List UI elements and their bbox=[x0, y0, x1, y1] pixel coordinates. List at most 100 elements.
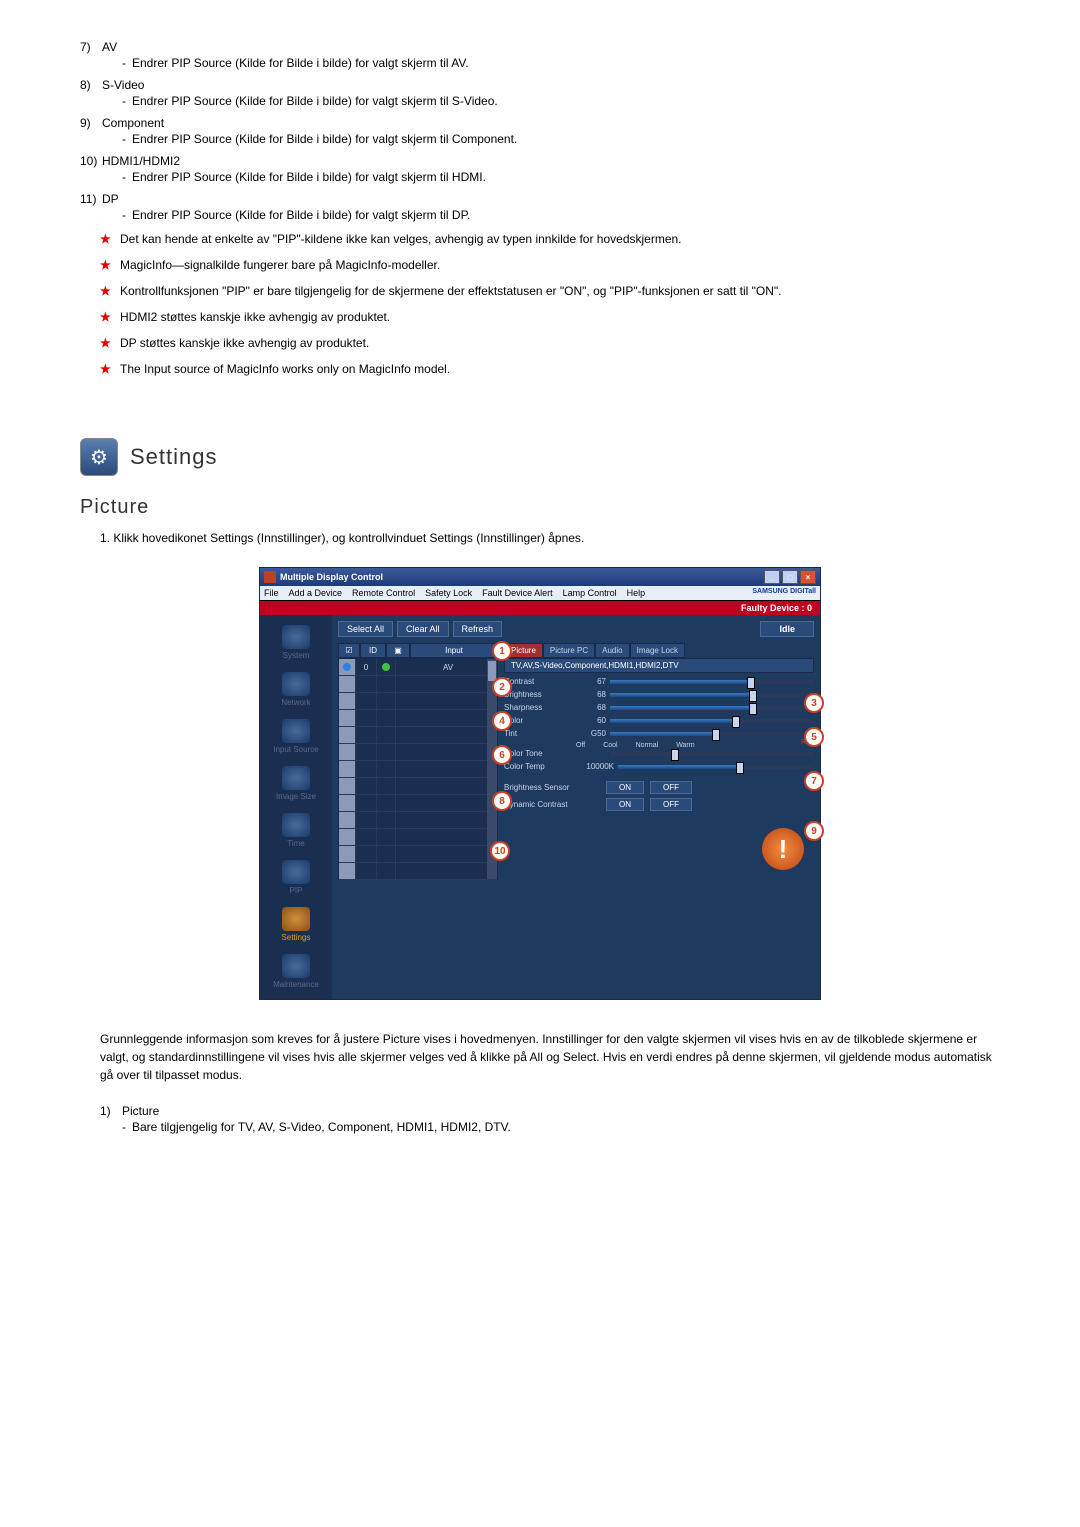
item-label: AV bbox=[102, 40, 1000, 54]
info-icon: ! bbox=[762, 828, 804, 870]
brightness-sensor-off-button[interactable]: OFF bbox=[650, 781, 692, 794]
table-row[interactable] bbox=[339, 812, 497, 829]
settings-icon bbox=[282, 907, 310, 931]
table-row[interactable] bbox=[339, 710, 497, 727]
table-row[interactable] bbox=[339, 846, 497, 863]
callout-7: 7 bbox=[804, 771, 824, 791]
close-button[interactable]: × bbox=[800, 570, 816, 584]
tab-sources-label: TV,AV,S-Video,Component,HDMI1,HDMI2,DTV bbox=[504, 658, 814, 673]
mdc-window: Multiple Display Control _ □ × File Add … bbox=[259, 567, 821, 1000]
callout-3: 3 bbox=[804, 693, 824, 713]
menu-file[interactable]: File bbox=[264, 588, 279, 598]
star-icon: ★ bbox=[100, 334, 120, 352]
col-input: Input bbox=[410, 643, 498, 658]
star-notes: ★Det kan hende at enkelte av "PIP"-kilde… bbox=[80, 230, 1000, 378]
table-row[interactable] bbox=[339, 778, 497, 795]
sidebar: System Network Input Source Image Size T… bbox=[260, 615, 332, 999]
subsection-title: Picture bbox=[80, 496, 1000, 519]
image-size-icon bbox=[282, 766, 310, 790]
tab-picture-pc[interactable]: Picture PC bbox=[543, 643, 595, 658]
callout-6: 6 bbox=[492, 745, 512, 765]
menu-fault-alert[interactable]: Fault Device Alert bbox=[482, 588, 553, 598]
menu-lamp-control[interactable]: Lamp Control bbox=[563, 588, 617, 598]
network-icon bbox=[282, 672, 310, 696]
table-row[interactable] bbox=[339, 693, 497, 710]
sidebar-item-pip[interactable]: PIP bbox=[268, 856, 324, 899]
brand-label: SAMSUNG DIGITall bbox=[752, 588, 816, 598]
contrast-slider[interactable]: Contrast 67 bbox=[504, 677, 814, 686]
settings-panel: Picture Picture PC Audio Image Lock TV,A… bbox=[504, 643, 814, 880]
maintenance-icon bbox=[282, 954, 310, 978]
dynamic-contrast-on-button[interactable]: ON bbox=[606, 798, 644, 811]
color-tone-slider[interactable]: Color Tone bbox=[504, 749, 814, 758]
callout-2: 2 bbox=[492, 677, 512, 697]
menu-help[interactable]: Help bbox=[627, 588, 646, 598]
tab-audio[interactable]: Audio bbox=[595, 643, 629, 658]
refresh-button[interactable]: Refresh bbox=[453, 621, 503, 637]
star-icon: ★ bbox=[100, 308, 120, 326]
callout-4: 4 bbox=[492, 711, 512, 731]
col-id: ID bbox=[360, 643, 386, 658]
color-temp-slider[interactable]: Color Temp 10000K bbox=[504, 762, 814, 771]
tab-image-lock[interactable]: Image Lock bbox=[630, 643, 685, 658]
star-icon: ★ bbox=[100, 282, 120, 300]
callout-5: 5 bbox=[804, 727, 824, 747]
menu-remote-control[interactable]: Remote Control bbox=[352, 588, 415, 598]
minimize-button[interactable]: _ bbox=[764, 570, 780, 584]
callout-8: 8 bbox=[492, 791, 512, 811]
item-picture: Picture bbox=[122, 1104, 1000, 1118]
table-row[interactable] bbox=[339, 863, 497, 880]
app-icon bbox=[264, 571, 276, 583]
table-row[interactable] bbox=[339, 795, 497, 812]
table-row[interactable] bbox=[339, 761, 497, 778]
dynamic-contrast-row: Dynamic Contrast ON OFF bbox=[504, 798, 814, 811]
sidebar-item-maintenance[interactable]: Maintenance bbox=[268, 950, 324, 993]
sidebar-item-system[interactable]: System bbox=[268, 621, 324, 664]
main-area: Select All Clear All Refresh Idle ☑ ID ▣… bbox=[332, 615, 820, 999]
menu-safety-lock[interactable]: Safety Lock bbox=[425, 588, 472, 598]
input-source-icon bbox=[282, 719, 310, 743]
table-row[interactable] bbox=[339, 676, 497, 693]
row-checkbox[interactable] bbox=[339, 659, 356, 675]
star-icon: ★ bbox=[100, 230, 120, 248]
sidebar-item-time[interactable]: Time bbox=[268, 809, 324, 852]
status-dot-icon bbox=[382, 663, 390, 671]
table-row[interactable] bbox=[339, 727, 497, 744]
table-row[interactable]: 0 AV bbox=[339, 659, 497, 676]
select-all-button[interactable]: Select All bbox=[338, 621, 393, 637]
intro-text: 1. Klikk hovedikonet Settings (Innstilli… bbox=[100, 529, 1000, 547]
callout-10: 10 bbox=[490, 841, 510, 861]
device-grid: ☑ ID ▣ Input 0 AV bbox=[338, 643, 498, 880]
menu-add-device[interactable]: Add a Device bbox=[289, 588, 343, 598]
brightness-slider[interactable]: Brightness 68 bbox=[504, 690, 814, 699]
maximize-button[interactable]: □ bbox=[782, 570, 798, 584]
sidebar-item-settings[interactable]: Settings bbox=[268, 903, 324, 946]
sidebar-item-network[interactable]: Network bbox=[268, 668, 324, 711]
star-icon: ★ bbox=[100, 256, 120, 274]
sidebar-item-input-source[interactable]: Input Source bbox=[268, 715, 324, 758]
dynamic-contrast-off-button[interactable]: OFF bbox=[650, 798, 692, 811]
sidebar-item-image-size[interactable]: Image Size bbox=[268, 762, 324, 805]
tint-slider[interactable]: Tint G50 R50 bbox=[504, 729, 814, 738]
item-num: 7) bbox=[80, 40, 102, 54]
brightness-sensor-on-button[interactable]: ON bbox=[606, 781, 644, 794]
callout-1: 1 bbox=[492, 641, 512, 661]
faulty-device-bar: Faulty Device : 0 bbox=[260, 600, 820, 615]
system-icon bbox=[282, 625, 310, 649]
pip-source-list: 7)AV -Endrer PIP Source (Kilde for Bilde… bbox=[80, 40, 1000, 222]
table-row[interactable] bbox=[339, 829, 497, 846]
col-status: ▣ bbox=[386, 643, 410, 658]
sharpness-slider[interactable]: Sharpness 68 bbox=[504, 703, 814, 712]
brightness-sensor-row: Brightness Sensor ON OFF bbox=[504, 781, 814, 794]
clear-all-button[interactable]: Clear All bbox=[397, 621, 449, 637]
table-row[interactable] bbox=[339, 744, 497, 761]
callout-9: 9 bbox=[804, 821, 824, 841]
time-icon bbox=[282, 813, 310, 837]
star-icon: ★ bbox=[100, 360, 120, 378]
section-title: Settings bbox=[130, 444, 218, 470]
settings-gear-icon: ⚙ bbox=[80, 438, 118, 476]
idle-status: Idle bbox=[760, 621, 814, 637]
col-checkbox[interactable]: ☑ bbox=[338, 643, 360, 658]
color-slider[interactable]: Color 60 bbox=[504, 716, 814, 725]
scroll-thumb[interactable] bbox=[488, 661, 496, 681]
